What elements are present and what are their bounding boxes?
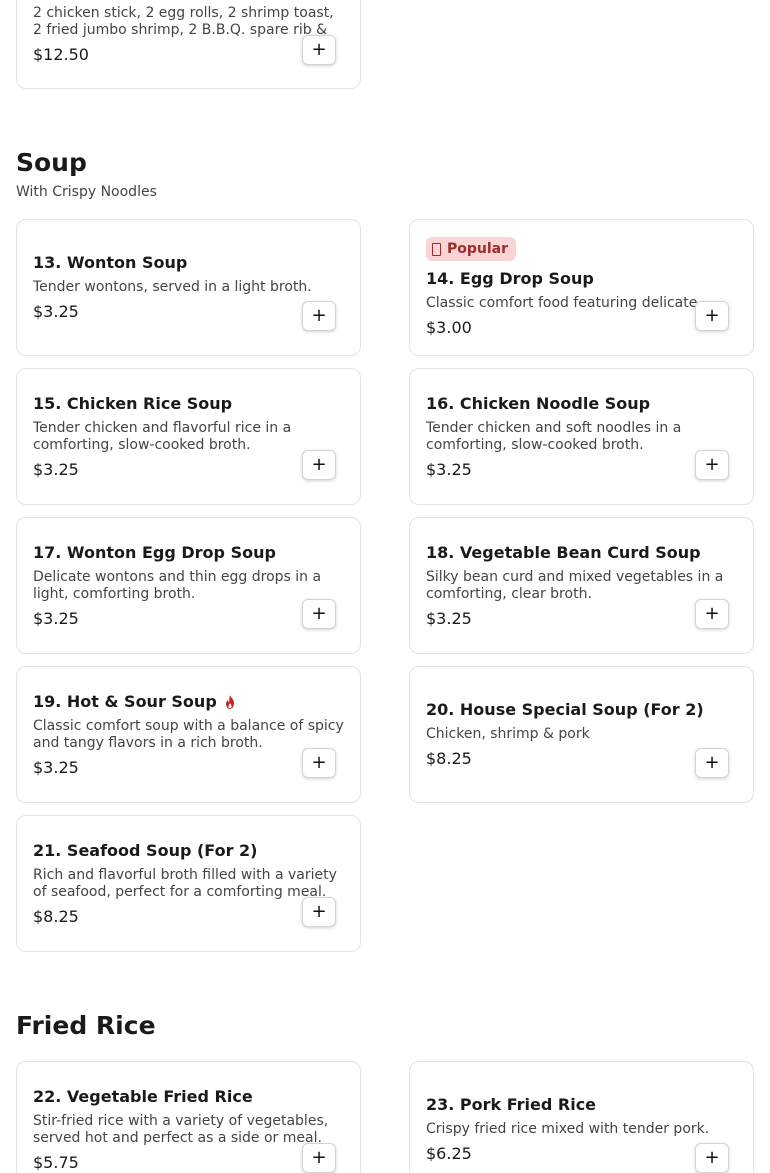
add-to-cart-button[interactable]: + xyxy=(695,1143,729,1173)
add-to-cart-button[interactable]: + xyxy=(302,1143,336,1173)
item-price: $3.00 xyxy=(426,318,472,337)
item-description: Tender chicken and soft noodles in a com… xyxy=(426,419,682,453)
section-subtitle-soup: With Crispy Noodles xyxy=(16,184,157,200)
item-description: Silky bean curd and mixed vegetables in … xyxy=(426,568,724,602)
badge-label: Popular xyxy=(447,241,509,257)
item-price: $3.25 xyxy=(33,302,79,321)
item-description: Stir-fried rice with a variety of vegeta… xyxy=(33,1112,329,1146)
item-price: $3.25 xyxy=(33,757,79,777)
menu-item-card[interactable]: 17. Wonton Egg Drop Soup Delicate wonton… xyxy=(16,517,361,654)
add-to-cart-button[interactable]: + xyxy=(695,599,729,629)
add-to-cart-button[interactable]: + xyxy=(302,35,336,65)
item-name: 22. Vegetable Fried Rice xyxy=(33,1086,253,1106)
item-price: $3.25 xyxy=(426,608,472,628)
item-description: Chicken, shrimp & pork xyxy=(426,726,590,742)
item-description: 2 chicken stick, 2 egg rolls, 2 shrimp t… xyxy=(33,5,334,38)
item-price: $8.25 xyxy=(33,906,79,926)
menu-item-card[interactable]: Popular 14. Egg Drop Soup Classic comfor… xyxy=(409,219,754,356)
add-to-cart-button[interactable]: + xyxy=(302,301,336,331)
add-to-cart-button[interactable]: + xyxy=(695,450,729,480)
menu-item-card[interactable]: 2 chicken stick, 2 egg rolls, 2 shrimp t… xyxy=(16,0,361,89)
add-to-cart-button[interactable]: + xyxy=(302,748,336,778)
item-name: 21. Seafood Soup (For 2) xyxy=(33,840,258,860)
section-title-soup: Soup xyxy=(16,148,87,177)
item-description: Tender chicken and flavorful rice in a c… xyxy=(33,419,292,453)
item-name: 23. Pork Fried Rice xyxy=(426,1095,597,1114)
item-name: 18. Vegetable Bean Curd Soup xyxy=(426,542,701,562)
item-price: $3.25 xyxy=(426,459,472,479)
item-name: 13. Wonton Soup xyxy=(33,253,188,272)
item-description: Tender wontons, served in a light broth. xyxy=(33,279,312,295)
item-price: $5.75 xyxy=(33,1152,79,1172)
popular-icon xyxy=(432,242,441,256)
menu-item-card[interactable]: 18. Vegetable Bean Curd Soup Silky bean … xyxy=(409,517,754,654)
item-name: 16. Chicken Noodle Soup xyxy=(426,393,651,413)
menu-item-card[interactable]: 21. Seafood Soup (For 2) Rich and flavor… xyxy=(16,815,361,952)
menu-item-card[interactable]: 15. Chicken Rice Soup Tender chicken and… xyxy=(16,368,361,505)
item-name-row: 19. Hot & Sour Soup xyxy=(33,692,344,712)
section-title-fried-rice: Fried Rice xyxy=(16,1011,156,1040)
item-description: Classic comfort soup with a balance of s… xyxy=(33,717,344,751)
menu-item-card[interactable]: 23. Pork Fried Rice Crispy fried rice mi… xyxy=(409,1061,754,1173)
item-price: $3.25 xyxy=(33,608,79,628)
item-price: $3.25 xyxy=(33,459,79,479)
menu-item-card[interactable]: 20. House Special Soup (For 2) Chicken, … xyxy=(409,666,754,803)
menu-item-card[interactable]: 22. Vegetable Fried Rice Stir-fried rice… xyxy=(16,1061,361,1173)
add-to-cart-button[interactable]: + xyxy=(695,748,729,778)
item-price: $6.25 xyxy=(426,1144,472,1163)
item-description: Crispy fried rice mixed with tender pork… xyxy=(426,1121,710,1137)
item-name: 17. Wonton Egg Drop Soup xyxy=(33,542,276,562)
add-to-cart-button[interactable]: + xyxy=(695,301,729,331)
menu-item-card[interactable]: 13. Wonton Soup Tender wontons, served i… xyxy=(16,219,361,356)
popular-badge: Popular xyxy=(426,237,517,261)
item-description: Rich and flavorful broth filled with a v… xyxy=(33,866,337,900)
add-to-cart-button[interactable]: + xyxy=(302,599,336,629)
item-price: $8.25 xyxy=(426,749,472,768)
add-to-cart-button[interactable]: + xyxy=(302,450,336,480)
item-name: 14. Egg Drop Soup xyxy=(426,269,594,288)
item-price: $12.50 xyxy=(33,45,89,64)
item-description: Classic comfort food featuring delicate … xyxy=(426,295,716,311)
item-name: 20. House Special Soup (For 2) xyxy=(426,700,704,719)
item-description: Delicate wontons and thin egg drops in a… xyxy=(33,568,322,602)
item-name: 15. Chicken Rice Soup xyxy=(33,393,233,413)
spicy-flame-icon xyxy=(225,694,234,709)
menu-item-card[interactable]: 16. Chicken Noodle Soup Tender chicken a… xyxy=(409,368,754,505)
item-name: 19. Hot & Sour Soup xyxy=(33,691,217,711)
menu-item-card[interactable]: 19. Hot & Sour Soup Classic comfort soup… xyxy=(16,666,361,803)
add-to-cart-button[interactable]: + xyxy=(302,897,336,927)
